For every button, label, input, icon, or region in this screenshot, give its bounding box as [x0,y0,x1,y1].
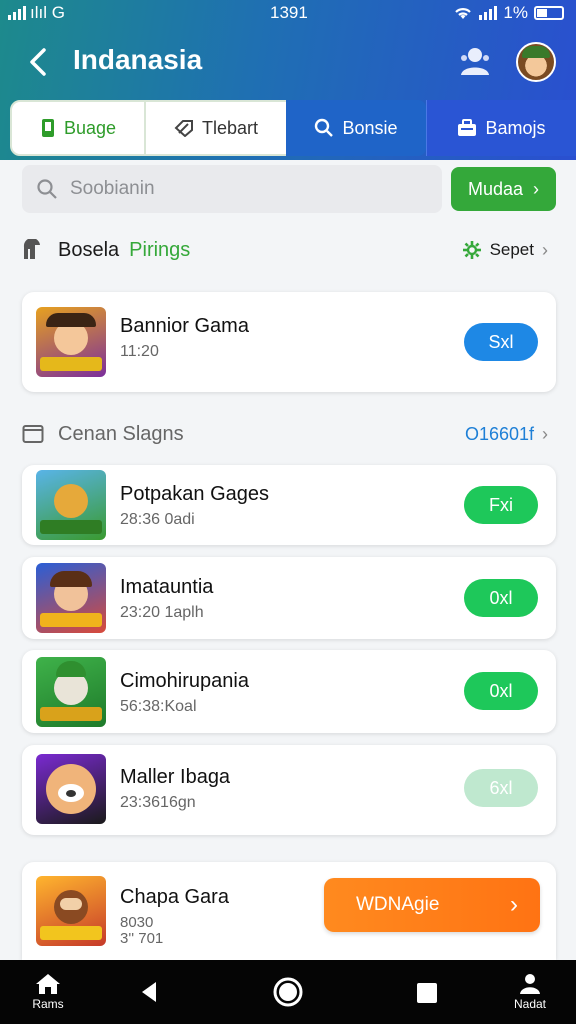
section-label: Bosela [58,238,120,261]
section-header-bosela: Bosela Pirings Sepet › [22,235,556,265]
nav-home[interactable]: Rams [22,960,74,1024]
tab-label: Bamojs [485,117,546,138]
briefcase-icon [458,119,477,136]
carrier-label: ılıl G [30,3,65,22]
game-name: Imatauntia [120,576,214,598]
game-name: Maller Ibaga [120,766,231,788]
tab-bar: Buage Tlebart Bonsie Bamojs [10,100,576,156]
tab-buage[interactable]: Buage [10,100,146,156]
play-button[interactable]: 0xl [464,672,538,710]
chevron-right-icon: › [542,423,548,444]
game-thumbnail [36,470,106,540]
home-circle-icon[interactable] [272,976,304,1008]
person-icon [520,974,540,994]
home-icon [36,974,60,994]
game-thumbnail [36,307,106,377]
game-name: Bannior Gama [120,315,249,337]
search-icon [315,118,334,137]
tab-label: Bonsie [342,117,398,138]
sepet-link[interactable]: Sepet › [462,240,548,261]
search-icon [37,179,57,199]
list-item[interactable]: Maller Ibaga 23:3616gn 6xl [22,745,556,835]
promo-button[interactable]: WDNAgie › [324,878,540,932]
navigation-bar: Rams Nadat [0,960,576,1024]
chevron-right-icon: › [533,178,540,199]
game-thumbnail [36,754,106,824]
clock: 1391 [270,3,308,22]
see-all-label: O16601f [464,423,534,444]
avatar[interactable] [516,42,556,82]
section-accent: Pirings [129,238,191,261]
signal-icon [8,6,26,20]
nav-home-label: Rams [32,997,64,1011]
back-triangle-icon[interactable] [138,980,160,1004]
promo-card[interactable]: Chapa Gara 8030 3'' 701 WDNAgie › [22,862,556,960]
play-button[interactable]: Sxl [464,323,538,361]
see-all-link[interactable]: O16601f › [465,424,548,445]
game-thumbnail [36,657,106,727]
section-header-cenan: Cenan Slagns O16601f › [22,419,556,449]
game-meta: 28:36 0adi [120,511,195,528]
game-meta: 23:3616gn [120,794,196,811]
status-bar: ılıl G 1391 1% [0,0,576,26]
section-label: Cenan Slagns [58,422,184,445]
chevron-right-icon: › [542,239,548,260]
gear-icon [462,241,481,259]
signal-icon-right [479,6,498,20]
shape-icon [23,239,40,259]
game-thumbnail [36,876,106,946]
game-thumbnail [36,563,106,633]
battery-icon [534,6,564,20]
tab-label: Buage [63,117,117,138]
list-item[interactable]: Cimohirupania 56:38:Koal 0xl [22,650,556,733]
phone-icon [41,119,54,137]
contacts-icon[interactable] [458,44,492,78]
tab-tlebart[interactable]: Tlebart [146,100,286,156]
game-meta: 23:20 1aplh [120,604,204,621]
promo-label: WDNAgie [356,894,440,915]
tab-bonsie[interactable]: Bonsie [286,100,426,156]
play-button[interactable]: Fxi [464,486,538,524]
wifi-icon [455,8,472,19]
nav-profile-label: Nadat [513,997,547,1011]
game-name: Potpakan Gages [120,483,269,505]
battery-percent: 1% [503,3,528,22]
search-bar[interactable] [22,165,442,213]
list-item[interactable]: Potpakan Gages 28:36 0adi Fxi [22,465,556,545]
chevron-right-icon: › [510,891,518,918]
list-item[interactable]: Imatauntia 23:20 1aplh 0xl [22,557,556,639]
app-header: ılıl G 1391 1% Indanasia Buage Tlebart B… [0,0,576,160]
game-meta: 8030 [120,914,154,931]
sepet-label: Sepet [489,240,534,259]
window-icon [22,425,44,443]
search-input[interactable] [70,178,400,200]
tab-bamojs[interactable]: Bamojs [426,100,576,156]
play-button[interactable]: 0xl [464,579,538,617]
back-arrow-icon[interactable] [24,46,54,78]
game-name: Cimohirupania [120,670,249,692]
tab-label: Tlebart [201,117,259,138]
page-title: Indanasia [73,44,203,75]
game-meta-2: 3'' 701 [120,930,164,947]
play-button-disabled[interactable]: 6xl [464,769,538,807]
tag-icon [174,120,193,137]
recent-apps-icon[interactable] [416,982,438,1004]
game-meta: 56:38:Koal [120,698,197,715]
featured-game-card[interactable]: Bannior Gama 11:20 Sxl [22,292,556,392]
mudaa-label: Mudaa [467,178,524,199]
nav-profile[interactable]: Nadat [504,960,556,1024]
mudaa-button[interactable]: Mudaa › [451,167,556,211]
game-name: Chapa Gara [120,886,229,908]
game-meta: 11:20 [120,343,159,360]
